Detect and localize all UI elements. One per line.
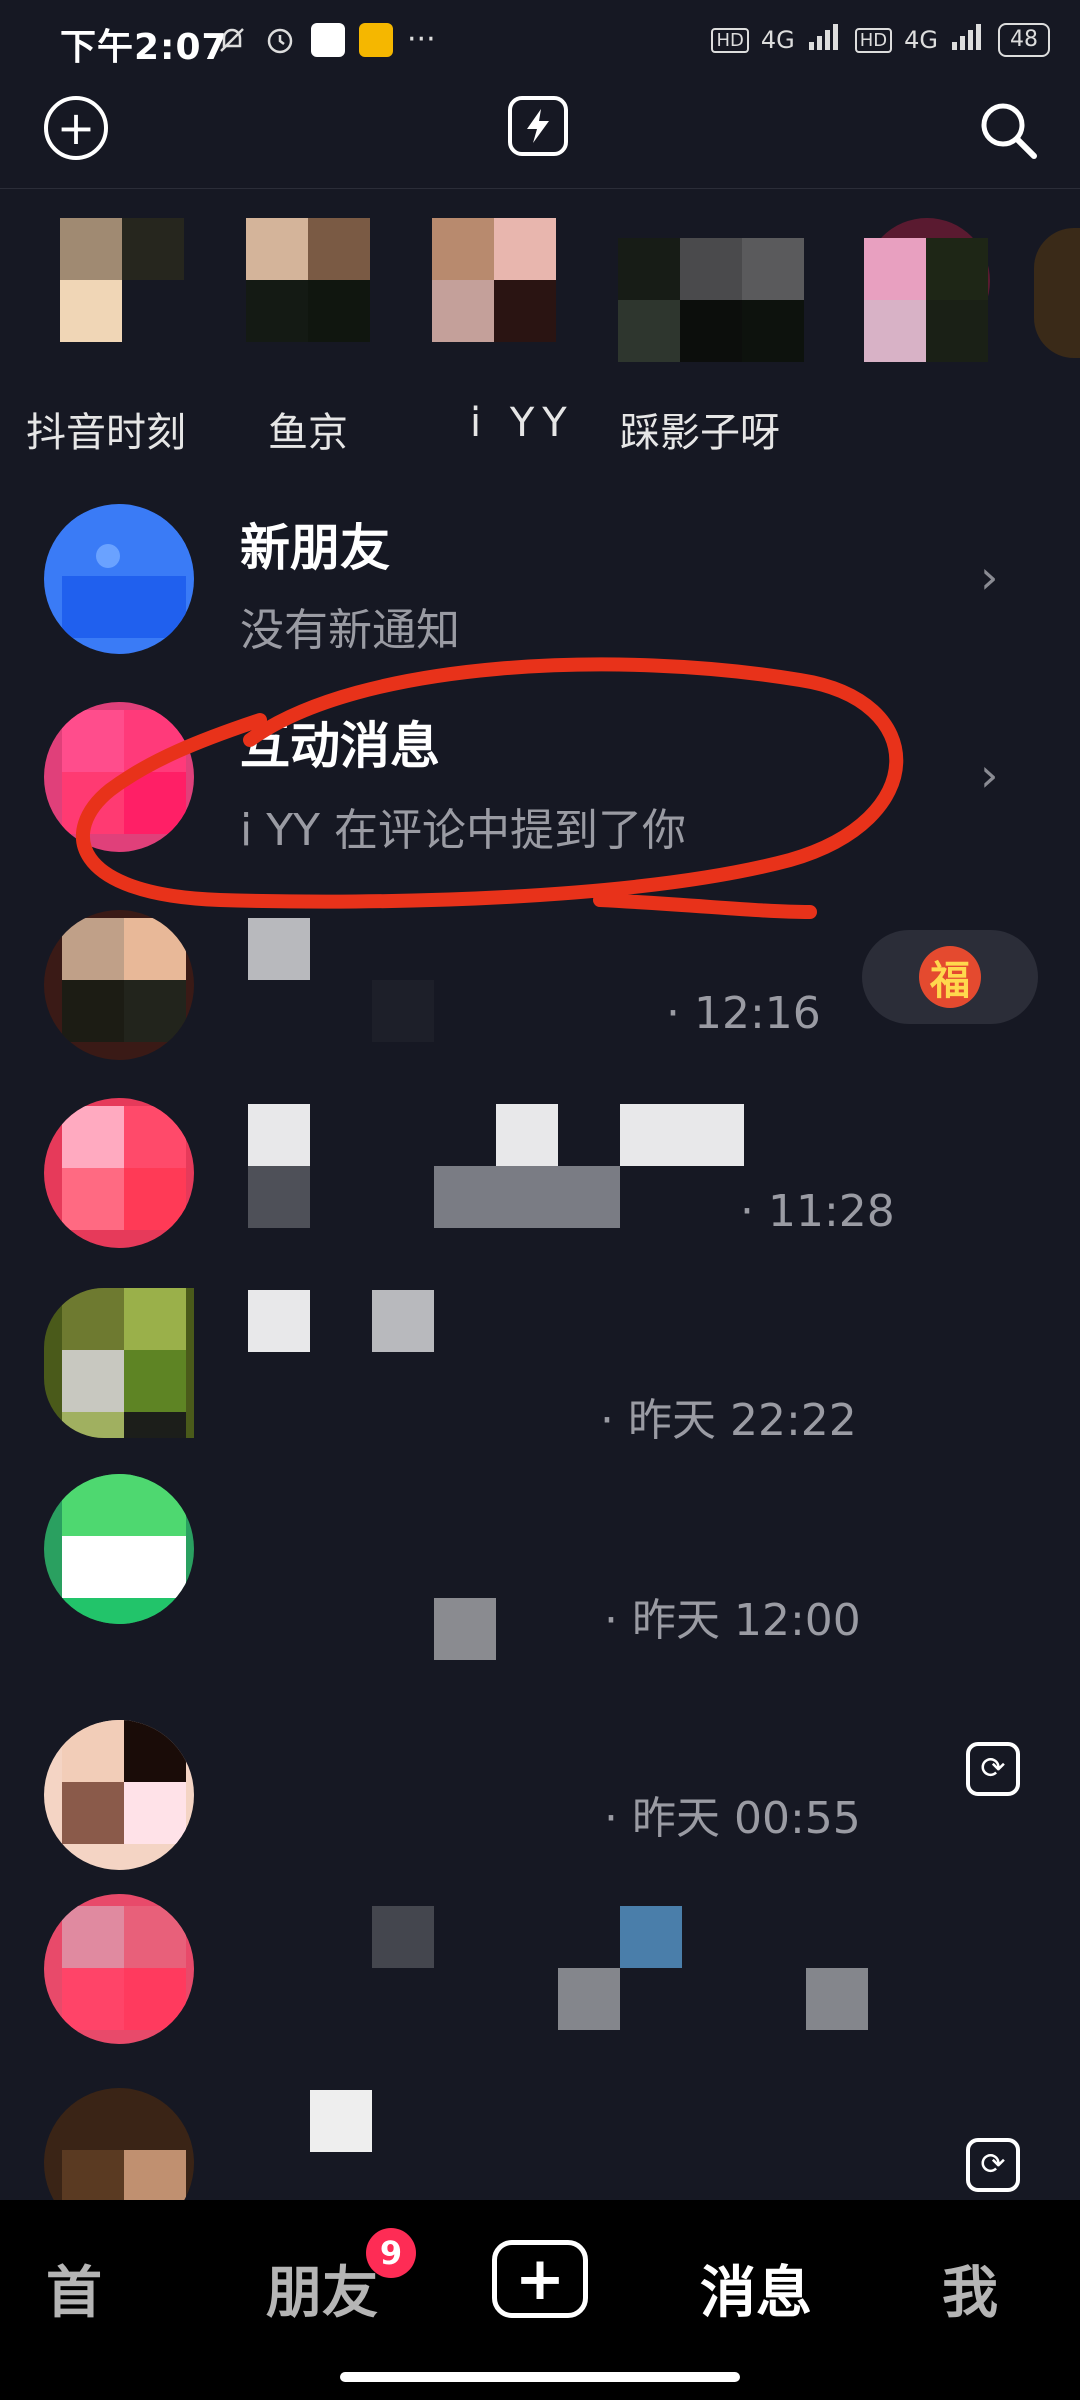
chat-preview-redacted [434, 1166, 620, 1228]
hd-icon-2: HD [854, 27, 893, 53]
chevron-right-icon[interactable]: › [980, 748, 998, 802]
friends-badge: 9 [366, 2228, 416, 2278]
chat-name-redacted [310, 2090, 372, 2152]
chat-name-redacted [248, 1104, 310, 1166]
add-icon[interactable]: + [44, 96, 108, 160]
chat-time: · 昨天 00:55 [604, 1793, 861, 1844]
qq-app-icon [311, 22, 345, 57]
interactions-avatar[interactable] [44, 702, 194, 852]
chat-avatar[interactable] [44, 1098, 194, 1248]
story-label: 抖音时刻 [26, 410, 186, 456]
hd-icon: HD [711, 27, 749, 53]
chat-name-redacted [248, 1290, 310, 1352]
interactions-title[interactable]: 互动消息 [240, 706, 440, 778]
story-avatar[interactable] [246, 218, 370, 358]
chat-avatar[interactable] [44, 1720, 194, 1870]
status-time: 下午2:07 [60, 27, 228, 68]
chat-avatar[interactable] [44, 910, 194, 1060]
nav-home[interactable]: 首 [46, 2248, 102, 2329]
search-icon[interactable] [976, 98, 1040, 162]
status-system: HD 4G HD 4G 48 [711, 22, 1050, 58]
home-indicator[interactable] [340, 2372, 740, 2382]
story-avatar[interactable] [60, 218, 184, 358]
nav-messages[interactable]: 消息 [700, 2248, 812, 2329]
chat-name-redacted [620, 1104, 744, 1166]
fu-sticker-button[interactable]: 福 [862, 930, 1038, 1024]
story-label: 踩影子呀 [620, 410, 780, 456]
story-label: 鱼京 [268, 410, 348, 456]
chat-time: · 12:16 [666, 988, 821, 1039]
camera-switch-icon[interactable]: ⟳ [966, 1742, 1020, 1796]
chat-time: · 昨天 22:22 [600, 1395, 857, 1446]
chat-avatar[interactable] [44, 1288, 194, 1438]
chat-name-redacted [620, 1906, 682, 1968]
chat-preview-redacted [248, 1166, 310, 1228]
status-notifications: ··· [215, 22, 436, 57]
top-divider [0, 188, 1080, 189]
network-icon: 4G [760, 26, 795, 54]
story-avatar[interactable] [864, 218, 990, 362]
chat-time: · 11:28 [740, 1186, 895, 1237]
new-friends-title[interactable]: 新朋友 [240, 508, 390, 580]
story-avatar[interactable] [1034, 218, 1080, 358]
chat-avatar[interactable] [44, 1474, 194, 1624]
chat-preview-redacted [434, 1598, 496, 1660]
more-notifications: ··· [407, 22, 436, 57]
network-icon-2: 4G [904, 26, 938, 54]
new-friends-subtitle: 没有新通知 [240, 605, 460, 656]
nav-me[interactable]: 我 [942, 2248, 998, 2329]
fu-icon: 福 [919, 946, 981, 1008]
chat-preview-redacted [806, 1968, 868, 2030]
chat-name-redacted [496, 1104, 558, 1166]
chevron-right-icon[interactable]: › [980, 550, 998, 604]
chat-name-redacted [372, 1290, 434, 1352]
chat-preview-redacted [558, 1968, 620, 2030]
new-friends-avatar[interactable] [44, 504, 194, 654]
chat-avatar[interactable] [44, 1894, 194, 2044]
story-avatar[interactable] [618, 218, 804, 362]
signal-icon [807, 22, 843, 58]
alarm-icon [263, 23, 297, 57]
chat-name-redacted [372, 1906, 434, 1968]
story-avatar[interactable] [432, 218, 556, 358]
chat-preview-redacted [372, 980, 434, 1042]
create-button[interactable]: + [492, 2240, 588, 2318]
message-app-icon [359, 22, 393, 57]
chat-name-redacted [248, 918, 310, 980]
bell-muted-icon [215, 23, 249, 57]
interactions-subtitle: i YY 在评论中提到了你 [240, 805, 686, 856]
battery-icon: 48 [998, 23, 1050, 57]
nav-friends[interactable]: 朋友 [266, 2248, 378, 2329]
camera-switch-icon[interactable]: ⟳ [966, 2138, 1020, 2192]
signal-icon-2 [950, 22, 986, 58]
flash-icon[interactable] [508, 96, 568, 156]
chat-time: · 昨天 12:00 [604, 1595, 861, 1646]
story-label: i YY [470, 400, 575, 446]
